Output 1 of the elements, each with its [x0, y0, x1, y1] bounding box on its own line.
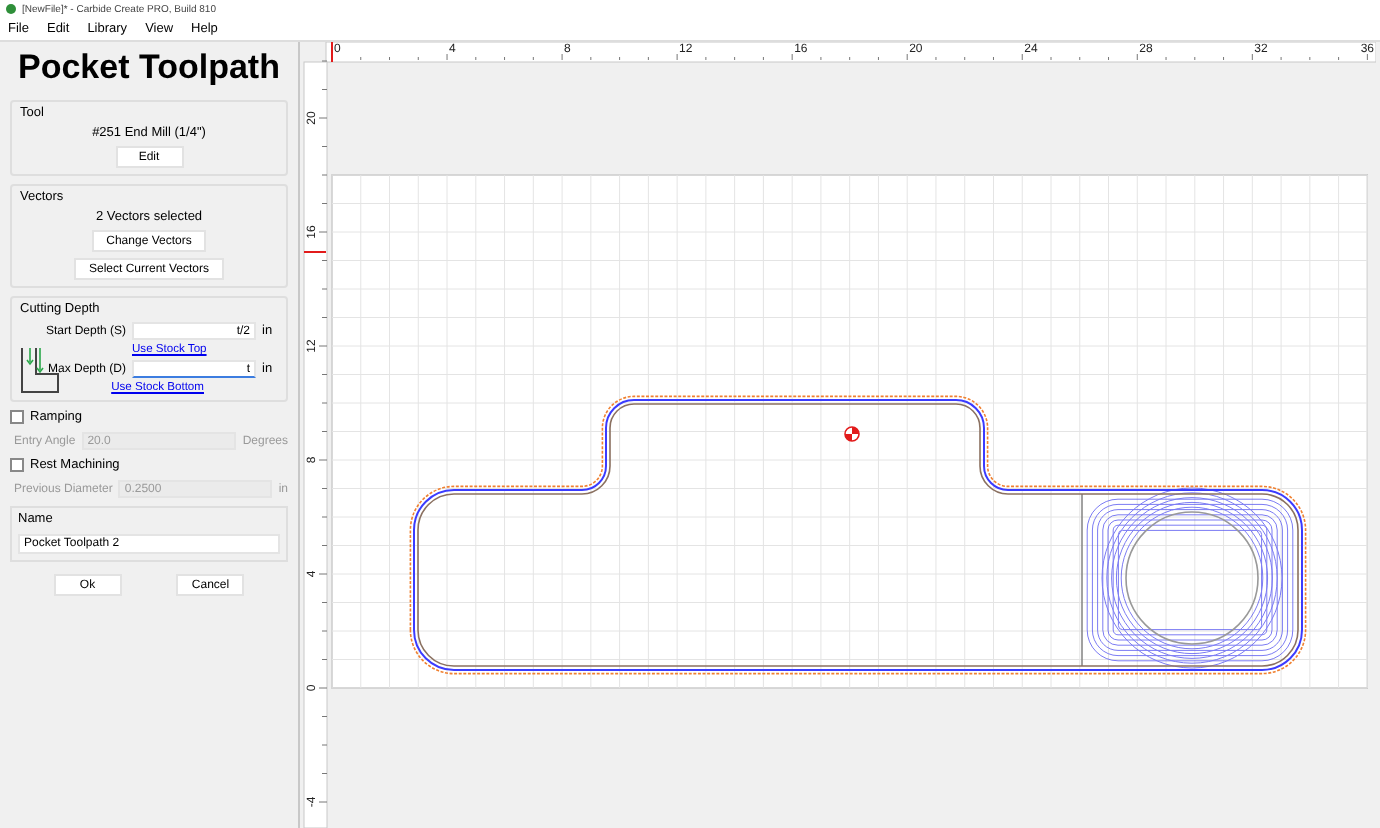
panel-title: Pocket Toolpath — [16, 48, 282, 88]
